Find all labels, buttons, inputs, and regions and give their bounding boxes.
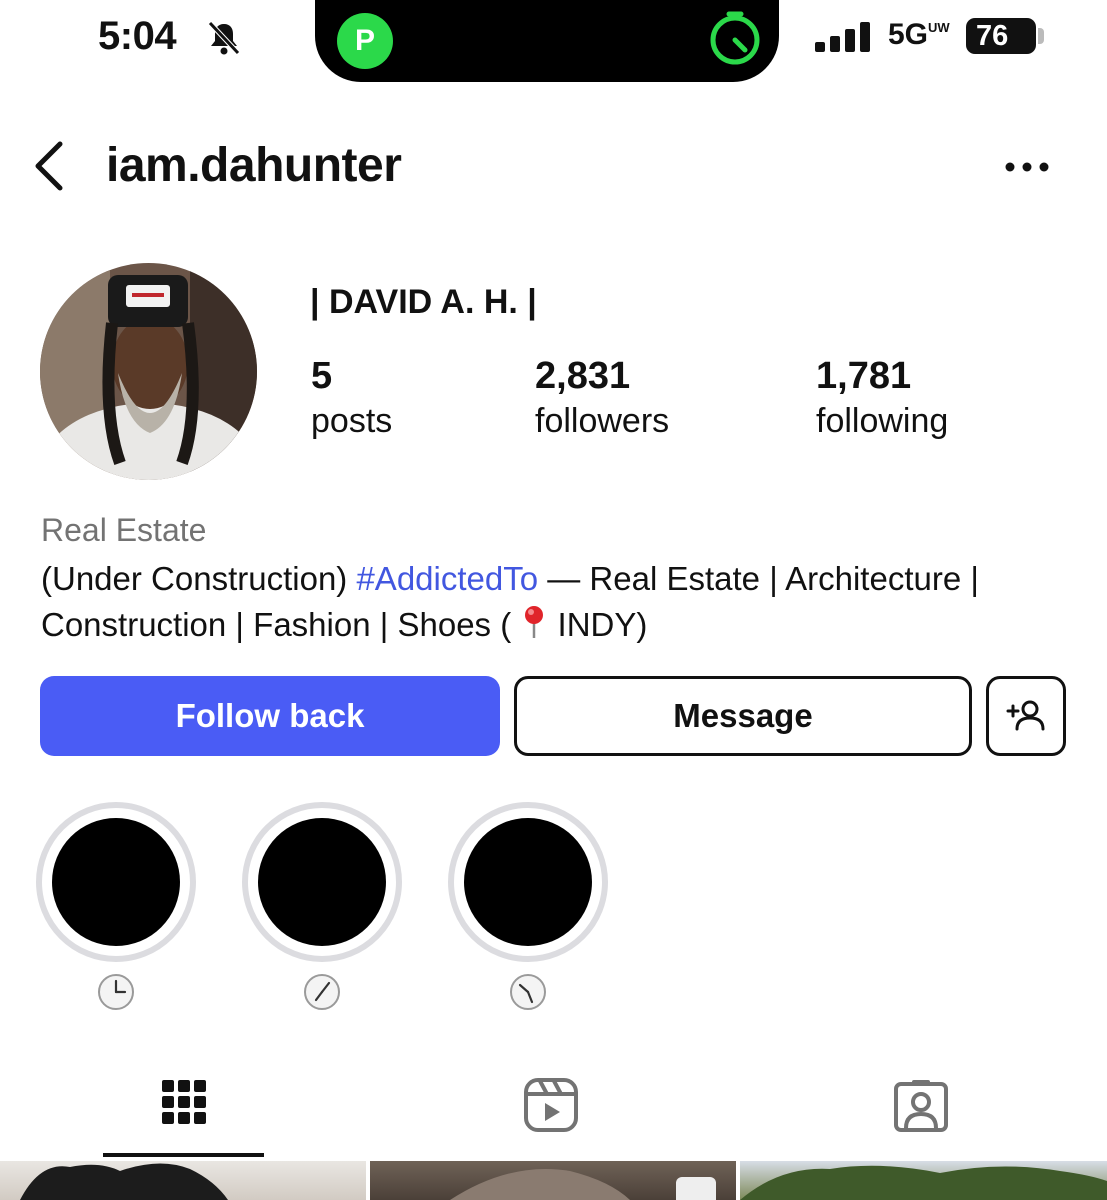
- highlight-ring: [36, 802, 196, 962]
- display-name: | DAVID A. H. |: [310, 283, 537, 321]
- ellipsis-icon[interactable]: [1000, 150, 1056, 184]
- tagged-icon: [893, 1080, 948, 1132]
- bio-text: (Under Construction): [41, 560, 357, 597]
- app-p-icon[interactable]: P: [337, 13, 393, 69]
- tab-reels[interactable]: [470, 1060, 631, 1160]
- bell-slash-icon: [208, 21, 240, 55]
- story-highlight[interactable]: [448, 802, 608, 1010]
- avatar[interactable]: [40, 263, 257, 480]
- avatar-image: [40, 263, 257, 480]
- tab-posts-grid[interactable]: [103, 1060, 264, 1160]
- signal-bars-icon: [815, 22, 870, 52]
- highlight-cover: [464, 818, 592, 946]
- post-thumbnail[interactable]: [740, 1161, 1107, 1200]
- stat-label: posts: [311, 402, 393, 440]
- highlight-ring: [448, 802, 608, 962]
- bio-hashtag-link[interactable]: #AddictedTo: [356, 560, 538, 597]
- post-image: [20, 1163, 228, 1200]
- add-person-icon: [1006, 700, 1045, 731]
- profile-username: iam.dahunter: [106, 139, 402, 192]
- clock-icon: [98, 974, 134, 1010]
- stat-value: 2,831: [535, 355, 631, 397]
- highlight-cover: [258, 818, 386, 946]
- suggest-people-button[interactable]: [986, 676, 1066, 756]
- follow-back-button[interactable]: Follow back: [40, 676, 500, 756]
- stat-followers[interactable]: 2,831 followers: [535, 355, 669, 441]
- network-label: 5GUW: [888, 18, 950, 51]
- timer-icon[interactable]: [707, 10, 763, 66]
- tab-selected-indicator: [103, 1153, 264, 1157]
- status-bar: 5:04 P 5GUW 76: [0, 0, 1107, 82]
- highlight-ring: [242, 802, 402, 962]
- post-image: [450, 1168, 716, 1200]
- stat-value: 5: [311, 355, 333, 397]
- clock-icon: [304, 974, 340, 1010]
- grid-icon: [161, 1080, 206, 1124]
- status-time: 5:04: [98, 14, 177, 58]
- clock-icon: [510, 974, 546, 1010]
- profile-category: Real Estate: [41, 512, 207, 548]
- post-thumbnail[interactable]: [0, 1161, 366, 1200]
- story-highlight[interactable]: [242, 802, 402, 1010]
- stat-posts[interactable]: 5 posts: [311, 355, 392, 441]
- story-highlight[interactable]: [36, 802, 196, 1010]
- battery-cap: [1038, 28, 1044, 44]
- profile-bio: (Under Construction) #AddictedTo — Real …: [41, 556, 1071, 648]
- stat-label: followers: [535, 402, 670, 440]
- stat-value: 1,781: [816, 355, 912, 397]
- pin-icon: [525, 606, 544, 638]
- post-image: [740, 1165, 1107, 1200]
- reels-icon: [523, 1078, 578, 1132]
- stat-following[interactable]: 1,781 following: [816, 355, 948, 441]
- bio-location: INDY): [557, 606, 648, 643]
- tab-tagged[interactable]: [840, 1060, 1001, 1160]
- chevron-left-icon[interactable]: [28, 138, 72, 194]
- post-thumbnail[interactable]: [370, 1161, 736, 1200]
- message-button[interactable]: Message: [514, 676, 972, 756]
- battery-icon: 76: [966, 18, 1036, 54]
- highlight-cover: [52, 818, 180, 946]
- dynamic-island[interactable]: P: [315, 0, 779, 82]
- stat-label: following: [816, 402, 949, 440]
